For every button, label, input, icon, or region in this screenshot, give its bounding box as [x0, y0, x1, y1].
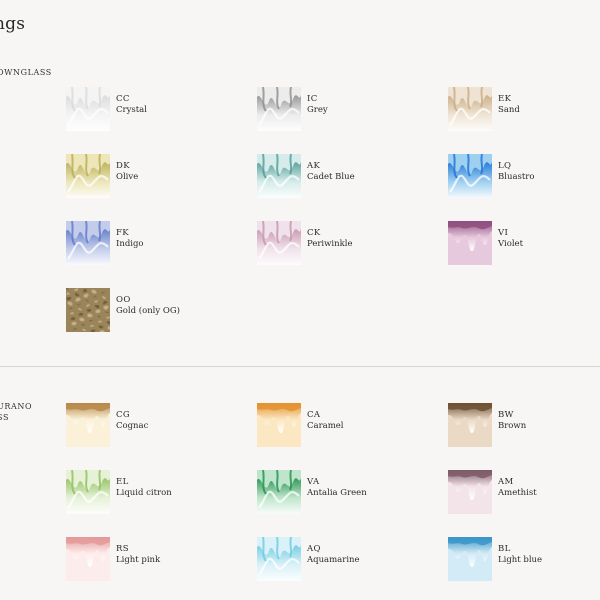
swatch-dk[interactable]: DK Olive [66, 154, 246, 214]
swatch-thumbnail[interactable] [66, 288, 110, 332]
swatch-code: BL [498, 544, 511, 554]
swatch-name: Gold (only OG) [116, 306, 180, 316]
swatch-thumbnail[interactable] [448, 537, 492, 581]
swatch-name: Caramel [307, 421, 344, 431]
swatch-code: AK [307, 161, 321, 171]
swatch-code: DK [116, 161, 130, 171]
swatch-thumbnail[interactable] [66, 87, 110, 131]
swatch-code: BW [498, 410, 514, 420]
swatch-meta: CK Periwinkle [307, 228, 353, 250]
swatch-code: VI [498, 228, 509, 238]
swatch-name: Indigo [116, 239, 144, 249]
swatch-meta: EL Liquid citron [116, 477, 172, 499]
swatch-code: FK [116, 228, 130, 238]
swatch-am[interactable]: AM Amethist [448, 470, 600, 530]
swatch-rs[interactable]: RS Light pink [66, 537, 246, 597]
swatch-code: CC [116, 94, 130, 104]
swatch-lq[interactable]: LQ Bluastro [448, 154, 600, 214]
swatch-name: Liquid citron [116, 488, 172, 498]
swatch-bl[interactable]: BL Light blue [448, 537, 600, 597]
swatch-code: OO [116, 295, 131, 305]
swatch-thumbnail[interactable] [257, 470, 301, 514]
swatch-name: Cognac [116, 421, 149, 431]
swatch-name: Antalia Green [307, 488, 367, 498]
swatch-meta: EK Sand [498, 94, 520, 116]
swatch-meta: VA Antalia Green [307, 477, 367, 499]
swatch-name: Periwinkle [307, 239, 353, 249]
swatch-code: RS [116, 544, 130, 554]
swatch-code: CK [307, 228, 321, 238]
swatch-code: EK [498, 94, 512, 104]
swatch-name: Cadet Blue [307, 172, 355, 182]
swatch-name: Aquamarine [307, 555, 360, 565]
swatch-ic[interactable]: IC Grey [257, 87, 437, 147]
swatch-ck[interactable]: CK Periwinkle [257, 221, 437, 281]
swatch-meta: LQ Bluastro [498, 161, 534, 183]
section-label-murano-glass: URANO SS [0, 402, 33, 422]
swatch-code: AQ [307, 544, 321, 554]
swatch-meta: AM Amethist [498, 477, 537, 499]
swatch-meta: BW Brown [498, 410, 526, 432]
section-label-blownglass: OWNGLASS [0, 68, 52, 77]
swatch-thumbnail[interactable] [66, 470, 110, 514]
swatch-code: CG [116, 410, 131, 420]
swatch-thumbnail[interactable] [257, 154, 301, 198]
swatch-code: AM [498, 477, 514, 487]
swatch-code: VA [307, 477, 320, 487]
swatch-name: Bluastro [498, 172, 535, 182]
swatch-code: IC [307, 94, 318, 104]
swatch-ek[interactable]: EK Sand [448, 87, 600, 147]
swatch-name: Crystal [116, 105, 147, 115]
swatch-oo[interactable]: OO Gold (only OG) [66, 288, 246, 348]
swatch-thumbnail[interactable] [448, 221, 492, 265]
swatch-name: Brown [498, 421, 527, 431]
swatch-meta: BL Light blue [498, 544, 542, 566]
swatch-ak[interactable]: AK Cadet Blue [257, 154, 437, 214]
swatch-vi[interactable]: VI Violet [448, 221, 600, 281]
swatch-name: Violet [498, 239, 523, 249]
swatch-name: Light blue [498, 555, 543, 565]
swatch-meta: CG Cognac [116, 410, 148, 432]
swatch-meta: CC Crystal [116, 94, 147, 116]
swatch-thumbnail[interactable] [448, 87, 492, 131]
swatch-name: Olive [116, 172, 139, 182]
swatch-thumbnail[interactable] [66, 403, 110, 447]
swatch-va[interactable]: VA Antalia Green [257, 470, 437, 530]
swatch-meta: AQ Aquamarine [307, 544, 360, 566]
swatch-meta: AK Cadet Blue [307, 161, 355, 183]
swatch-thumbnail[interactable] [257, 537, 301, 581]
swatch-thumbnail[interactable] [448, 470, 492, 514]
swatch-aq[interactable]: AQ Aquamarine [257, 537, 437, 597]
swatch-meta: IC Grey [307, 94, 328, 116]
swatch-thumbnail[interactable] [66, 154, 110, 198]
swatch-thumbnail[interactable] [66, 537, 110, 581]
swatch-cc[interactable]: CC Crystal [66, 87, 246, 147]
swatch-thumbnail[interactable] [257, 221, 301, 265]
swatch-name: Amethist [498, 488, 537, 498]
swatch-ca[interactable]: CA Caramel [257, 403, 437, 463]
swatch-fk[interactable]: FK Indigo [66, 221, 246, 281]
page-title: ngs [0, 14, 26, 34]
swatch-code: LQ [498, 161, 512, 171]
swatch-thumbnail[interactable] [257, 403, 301, 447]
swatch-thumbnail[interactable] [448, 154, 492, 198]
swatch-thumbnail[interactable] [257, 87, 301, 131]
swatch-meta: FK Indigo [116, 228, 144, 250]
swatch-meta: RS Light pink [116, 544, 160, 566]
swatch-meta: VI Violet [498, 228, 523, 250]
swatch-code: CA [307, 410, 321, 420]
swatch-code: EL [116, 477, 129, 487]
swatch-name: Sand [498, 105, 520, 115]
swatch-thumbnail[interactable] [448, 403, 492, 447]
swatch-thumbnail[interactable] [66, 221, 110, 265]
swatch-name: Grey [307, 105, 328, 115]
swatch-el[interactable]: EL Liquid citron [66, 470, 246, 530]
section-divider [0, 366, 600, 367]
swatch-meta: CA Caramel [307, 410, 344, 432]
swatch-name: Light pink [116, 555, 161, 565]
swatch-cg[interactable]: CG Cognac [66, 403, 246, 463]
swatch-meta: DK Olive [116, 161, 138, 183]
swatch-bw[interactable]: BW Brown [448, 403, 600, 463]
swatch-meta: OO Gold (only OG) [116, 295, 180, 317]
